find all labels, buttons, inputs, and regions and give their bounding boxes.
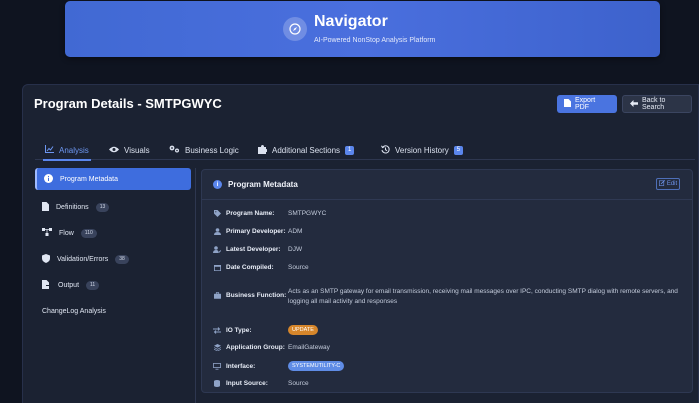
export-file-icon: [42, 279, 52, 291]
tab-analysis[interactable]: Analysis: [43, 143, 91, 161]
app-title: Navigator: [314, 13, 388, 30]
tab-additional-sections[interactable]: Additional Sections 1: [258, 143, 355, 157]
metadata-label: Input Source:: [226, 379, 268, 387]
file-icon: [42, 201, 49, 213]
tag-icon: [213, 209, 221, 217]
arrow-left-icon: [630, 99, 638, 109]
edit-button[interactable]: Edit: [656, 178, 680, 190]
layers-icon: [213, 343, 221, 351]
sidebar-item-output[interactable]: Output 11: [35, 274, 191, 296]
metadata-value: DJW: [288, 245, 303, 253]
metadata-row-application-group: Application Group: EmailGateway: [213, 343, 330, 351]
export-pdf-button[interactable]: Export PDF: [557, 95, 617, 113]
metadata-value: Source: [288, 263, 309, 271]
compass-icon: [283, 17, 307, 41]
interface-badge: SYSTEMUTILITY-C: [288, 361, 345, 371]
tab-badge: 5: [453, 145, 464, 155]
sidebar-item-label: ChangeLog Analysis: [42, 307, 106, 315]
file-pdf-icon: [564, 99, 571, 109]
metadata-label: Business Function:: [226, 291, 287, 299]
sidebar-item-label: Program Metadata: [60, 175, 118, 183]
tab-bar: Analysis Visuals Business Logic Addition…: [35, 140, 695, 161]
app-subtitle: AI-Powered NonStop Analysis Platform: [314, 37, 436, 44]
sidebar-item-flow[interactable]: Flow 110: [35, 222, 191, 244]
count-badge: 38: [115, 254, 129, 264]
info-icon: [44, 173, 53, 185]
count-badge: 11: [86, 280, 100, 290]
metadata-label: Date Compiled:: [226, 263, 274, 271]
sidebar-item-label: Flow: [59, 229, 74, 237]
database-icon: [213, 379, 221, 387]
calendar-icon: [213, 263, 221, 271]
card-header: i Program Metadata Edit: [202, 170, 692, 200]
section-sidebar: Program Metadata Definitions 13 Flow 110…: [35, 168, 193, 403]
metadata-row-business-function: Business Function:: [213, 291, 288, 299]
tab-business-logic[interactable]: Business Logic: [169, 143, 239, 157]
metadata-row-io-type: IO Type: UPDATE: [213, 325, 318, 335]
shield-icon: [42, 253, 50, 265]
eye-icon: [109, 146, 119, 155]
metadata-label: Latest Developer:: [226, 245, 281, 253]
program-metadata-card: i Program Metadata Edit Program Name: SM…: [201, 169, 693, 393]
business-function-value: Acts as an SMTP gateway for email transm…: [288, 288, 678, 305]
metadata-label: Program Name:: [226, 209, 275, 217]
metadata-label: IO Type:: [226, 326, 252, 334]
metadata-value: SMTPGWYC: [288, 209, 327, 217]
count-badge: 13: [95, 202, 110, 212]
edit-icon: [658, 180, 665, 188]
program-details-panel: Program Details - SMTPGWYC Export PDF Ba…: [22, 84, 699, 403]
sidebar-item-label: Output: [58, 281, 80, 289]
tab-label: Business Logic: [185, 145, 239, 155]
user-icon: [213, 227, 221, 235]
export-pdf-label: Export PDF: [575, 97, 596, 111]
sidebar-item-changelog-analysis[interactable]: ChangeLog Analysis: [35, 300, 191, 322]
sidebar-item-program-metadata[interactable]: Program Metadata: [35, 168, 191, 190]
tab-label: Analysis: [59, 145, 89, 155]
metadata-row-program-name: Program Name: SMTPGWYC: [213, 209, 326, 217]
metadata-row-interface: Interface: SYSTEMUTILITY-C: [213, 361, 345, 371]
user-edit-icon: [213, 245, 221, 253]
tab-label: Additional Sections: [272, 145, 341, 155]
tab-visuals[interactable]: Visuals: [109, 143, 150, 157]
metadata-label: Primary Developer:: [226, 227, 286, 235]
metadata-value: ADM: [288, 227, 303, 235]
tab-label: Version History: [395, 145, 449, 155]
metadata-label: Application Group:: [226, 343, 285, 351]
tab-badge: 1: [345, 145, 355, 155]
puzzle-icon: [258, 144, 268, 156]
tab-label: Visuals: [124, 145, 150, 155]
sidebar-item-definitions[interactable]: Definitions 13: [35, 196, 191, 218]
app-banner: Navigator AI-Powered NonStop Analysis Pl…: [65, 1, 660, 57]
metadata-value: Source: [288, 379, 309, 387]
chart-icon: [45, 145, 54, 155]
card-title: Program Metadata: [228, 180, 298, 189]
sidebar-item-label: Definitions: [56, 203, 89, 211]
back-to-search-button[interactable]: Back to Search: [622, 95, 692, 113]
briefcase-icon: [213, 291, 221, 299]
metadata-row-input-source: Input Source: Source: [213, 379, 309, 387]
io-type-badge: UPDATE: [288, 325, 318, 335]
metadata-row-primary-developer: Primary Developer: ADM: [213, 227, 302, 235]
flow-icon: [42, 228, 52, 238]
gears-icon: [169, 145, 180, 155]
sidebar-item-label: Validation/Errors: [57, 255, 109, 263]
metadata-row-date-compiled: Date Compiled: Source: [213, 263, 309, 271]
info-icon: i: [213, 180, 222, 189]
sidebar-divider: [195, 168, 196, 403]
exchange-icon: [213, 326, 221, 334]
metadata-row-latest-developer: Latest Developer: DJW: [213, 245, 302, 253]
metadata-label: Interface:: [226, 362, 256, 370]
count-badge: 110: [80, 228, 97, 238]
metadata-value: EmailGateway: [288, 343, 330, 351]
page-title: Program Details - SMTPGWYC: [34, 96, 222, 111]
tab-version-history[interactable]: Version History 5: [381, 143, 464, 157]
history-icon: [381, 144, 390, 156]
back-to-search-label: Back to Search: [642, 97, 666, 111]
sidebar-item-validation-errors[interactable]: Validation/Errors 38: [35, 248, 191, 270]
monitor-icon: [213, 362, 221, 370]
edit-label: Edit: [666, 181, 678, 187]
